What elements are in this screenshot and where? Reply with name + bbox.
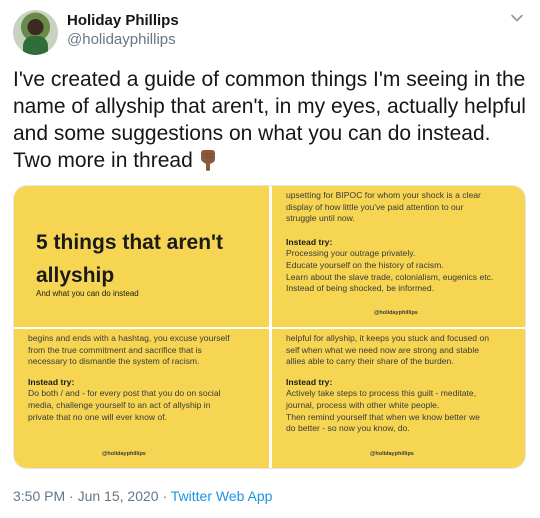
text-line: allies able to carry their share of the …	[286, 356, 454, 367]
avatar[interactable]	[13, 10, 58, 55]
tweet: Holiday Phillips @holidayphillips I've c…	[0, 0, 540, 518]
tweet-body: I've created a guide of common things I'…	[13, 68, 526, 172]
image-panel-3[interactable]: begins and ends with a hashtag, you excu…	[14, 329, 269, 468]
text-line: from the true commitment and sacrifice t…	[28, 344, 202, 355]
guide-subtitle: And what you can do instead	[36, 289, 139, 298]
text-line: Then remind yourself that when we know b…	[286, 411, 480, 422]
text-line: struggle until now.	[286, 213, 355, 224]
text-line: Processing your outrage privately.	[286, 248, 416, 259]
tweet-meta: 3:50 PM · Jun 15, 2020 · Twitter Web App	[13, 488, 272, 504]
pointing-down-icon	[199, 149, 217, 171]
instead-label: Instead try:	[286, 376, 333, 387]
text-line: necessary to dismantle the system of rac…	[28, 356, 200, 367]
text-line: display of how little you've paid attent…	[286, 201, 464, 212]
text-line: Learn about the slave trade, colonialism…	[286, 271, 494, 282]
watermark-handle: @holidayphillips	[370, 451, 414, 457]
author-handle[interactable]: @holidayphillips	[67, 31, 176, 48]
text-line: upsetting for BIPOC for whom your shock …	[286, 190, 481, 200]
text-line: Instead of being shocked, be informed.	[286, 283, 435, 294]
text-line: begins and ends with a hashtag, you excu…	[28, 333, 230, 343]
image-panel-2[interactable]: upsetting for BIPOC for whom your shock …	[272, 186, 525, 327]
separator: ·	[162, 488, 168, 504]
tweet-source-link[interactable]: Twitter Web App	[171, 488, 273, 504]
text-line: private that no one will ever know of.	[28, 411, 168, 422]
image-grid[interactable]: 5 things that aren't allyship And what y…	[13, 185, 526, 469]
image-panel-4[interactable]: helpful for allyship, it keeps you stuck…	[272, 329, 525, 468]
text-line: helpful for allyship, it keeps you stuck…	[286, 333, 490, 343]
watermark-handle: @holidayphillips	[102, 451, 146, 457]
author-name[interactable]: Holiday Phillips	[67, 12, 179, 29]
text-line: journal, process with other white people…	[286, 399, 440, 410]
text-line: self when what we need now are strong an…	[286, 344, 480, 355]
instead-label: Instead try:	[28, 376, 75, 387]
panel-2-text: upsetting for BIPOC for whom your shock …	[286, 190, 517, 295]
tweet-text: I've created a guide of common things I'…	[13, 66, 531, 174]
text-line: Do both / and - for every post that you …	[28, 388, 221, 399]
text-line: media, challenge yourself to an act of a…	[28, 399, 211, 410]
chevron-down-icon[interactable]	[510, 11, 524, 25]
panel-3-text: begins and ends with a hashtag, you excu…	[28, 333, 259, 423]
panel-4-text: helpful for allyship, it keeps you stuck…	[286, 333, 517, 435]
watermark-handle: @holidayphillips	[374, 310, 418, 316]
separator: ·	[69, 488, 74, 504]
image-panel-title[interactable]: 5 things that aren't allyship And what y…	[14, 186, 269, 327]
guide-title: 5 things that aren't allyship	[36, 231, 224, 287]
text-line: Educate yourself on the history of racis…	[286, 259, 444, 270]
instead-label: Instead try:	[286, 236, 333, 247]
tweet-time[interactable]: 3:50 PM	[13, 488, 65, 504]
tweet-date[interactable]: Jun 15, 2020	[78, 488, 159, 504]
text-line: Actively take steps to process this guil…	[286, 388, 477, 399]
text-line: do better - so now you know, do.	[286, 423, 410, 434]
